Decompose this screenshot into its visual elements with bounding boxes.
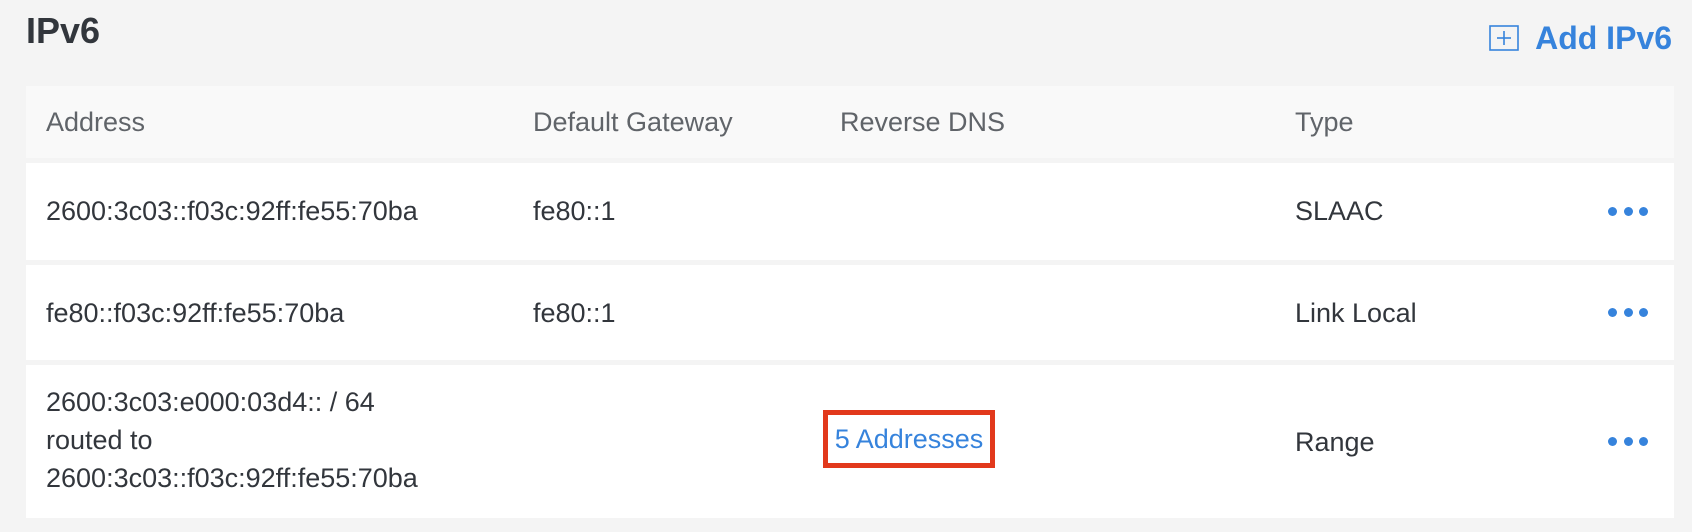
ellipsis-dot	[1639, 206, 1648, 216]
address-cell: 2600:3c03:e000:03d4:: / 64 routed to 260…	[46, 383, 418, 497]
gateway-cell: fe80::1	[533, 298, 616, 328]
table-row: 2600:3c03::f03c:92ff:fe55:70ba fe80::1 S…	[26, 163, 1674, 260]
table-row: fe80::f03c:92ff:fe55:70ba fe80::1 Link L…	[26, 265, 1674, 360]
ellipsis-dot	[1623, 307, 1633, 317]
type-cell: SLAAC	[1295, 196, 1384, 226]
table-row: 2600:3c03:e000:03d4:: / 64 routed to 260…	[26, 365, 1674, 518]
add-ipv6-button[interactable]: Add IPv6	[1489, 18, 1672, 58]
ellipsis-dot	[1639, 307, 1648, 317]
range-address-line: 2600:3c03:e000:03d4:: / 64	[46, 387, 375, 417]
header-address: Address	[46, 107, 146, 137]
type-cell: Range	[1295, 427, 1375, 457]
ipv6-table: Address Default Gateway Reverse DNS Type…	[26, 86, 1674, 518]
ellipsis-dot	[1623, 206, 1633, 216]
reverse-dns-addresses-link[interactable]: 5 Addresses	[823, 410, 995, 468]
section-title: IPv6	[26, 10, 101, 51]
type-cell: Link Local	[1295, 298, 1417, 328]
row-actions-menu-button[interactable]	[1608, 431, 1648, 451]
row-actions-menu-button[interactable]	[1608, 302, 1648, 322]
ellipsis-icon	[1608, 206, 1617, 216]
add-ipv6-label: Add IPv6	[1535, 20, 1672, 56]
routed-to-line: routed to	[46, 425, 153, 455]
ellipsis-icon	[1608, 436, 1617, 446]
target-address-line: 2600:3c03::f03c:92ff:fe55:70ba	[46, 463, 418, 493]
header-reverse-dns: Reverse DNS	[840, 107, 1006, 137]
table-header: Address Default Gateway Reverse DNS Type	[26, 86, 1674, 158]
ellipsis-icon	[1608, 307, 1617, 317]
header-type: Type	[1295, 107, 1354, 137]
row-actions-menu-button[interactable]	[1608, 201, 1648, 221]
ellipsis-dot	[1623, 436, 1633, 446]
gateway-cell: fe80::1	[533, 196, 616, 226]
header-default-gateway: Default Gateway	[533, 107, 733, 137]
reverse-dns-link-label: 5 Addresses	[834, 424, 984, 454]
ellipsis-dot	[1639, 436, 1648, 446]
address-cell: fe80::f03c:92ff:fe55:70ba	[46, 298, 345, 328]
address-cell: 2600:3c03::f03c:92ff:fe55:70ba	[46, 196, 418, 226]
plus-square-icon	[1489, 25, 1519, 51]
